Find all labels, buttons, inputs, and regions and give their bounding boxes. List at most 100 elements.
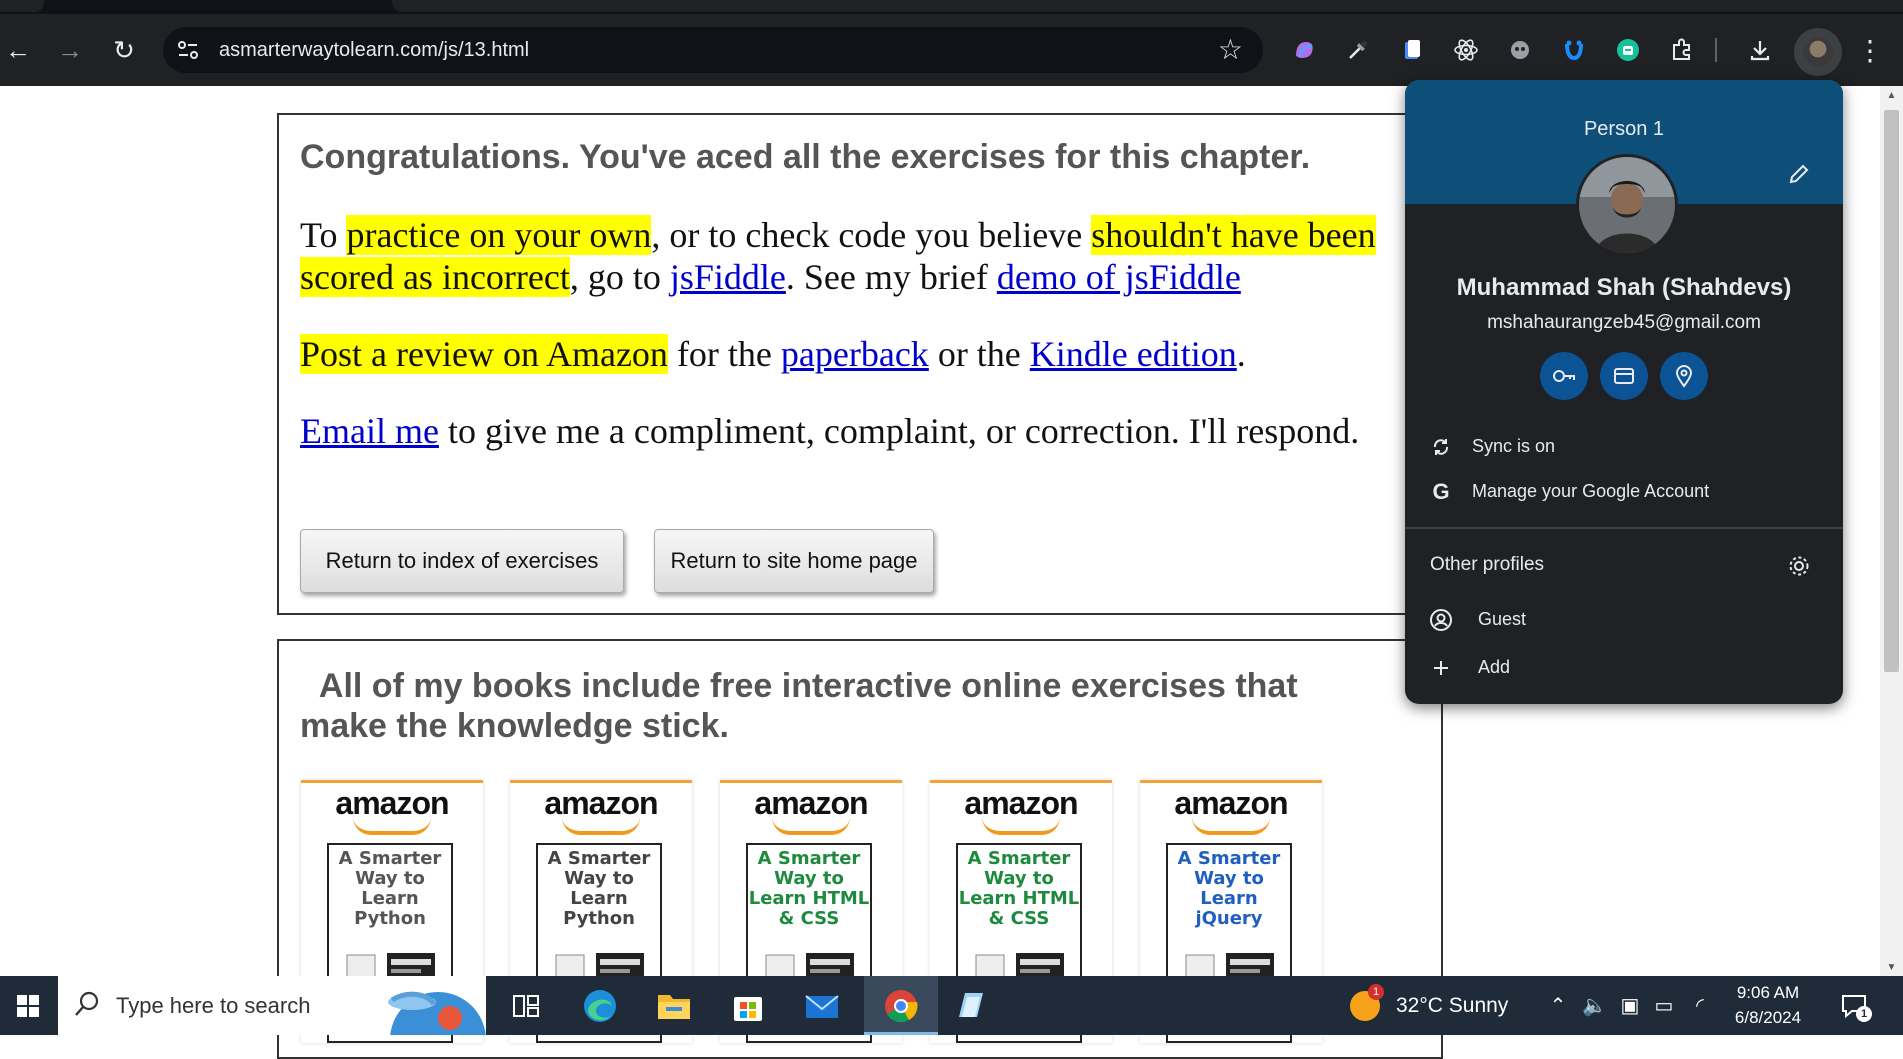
addresses-button[interactable] (1660, 352, 1708, 400)
downloads-icon[interactable] (1744, 34, 1776, 66)
edge-icon[interactable] (580, 986, 620, 1026)
sync-icon (1429, 435, 1453, 459)
weather-text: 32°C Sunny (1396, 994, 1509, 1017)
tab-strip (0, 0, 1903, 14)
search-placeholder: Type here to search (116, 993, 311, 1018)
avatar (1803, 37, 1833, 67)
paperback-link[interactable]: paperback (781, 334, 929, 374)
passwords-key-button[interactable] (1540, 352, 1588, 400)
card-icon (1614, 368, 1634, 384)
url-text[interactable]: asmarterwaytolearn.com/js/13.html (219, 27, 529, 73)
profile-full-name: Muhammad Shah (Shahdevs) (1456, 274, 1792, 301)
notepad-icon[interactable] (950, 986, 990, 1026)
tampermonkey-icon[interactable] (1558, 34, 1590, 66)
address-bar[interactable]: asmarterwaytolearn.com/js/13.html ☆ (163, 27, 1263, 73)
amazon-smile-icon (772, 817, 850, 835)
profile-person-label: Person 1 (1583, 118, 1665, 140)
device-icon[interactable]: ▣ (1618, 994, 1642, 1018)
wifi-icon[interactable]: ◜ (1688, 994, 1712, 1018)
windows-taskbar: Type here to search 1 32°C Sunny ⌃ 🔈 ▣ ▭… (0, 976, 1903, 1035)
guest-profile-icon (1429, 608, 1453, 632)
return-home-button[interactable]: Return to site home page (654, 529, 934, 593)
ghost-icon[interactable] (1504, 34, 1536, 66)
jsfiddle-link[interactable]: jsFiddle (670, 257, 786, 297)
book-title: A Smarter Way to Learn Python (338, 848, 442, 929)
amazon-smile-icon (1192, 817, 1270, 835)
chevron-up-icon[interactable]: ⌃ (1546, 994, 1570, 1018)
chrome-icon[interactable] (881, 986, 921, 1026)
notification-count: 1 (1856, 1006, 1872, 1022)
demo-jsfiddle-link[interactable]: demo of jsFiddle (997, 257, 1241, 297)
books-heading: All of my books include free interactive… (300, 667, 1298, 745)
manage-account-row[interactable]: G Manage your Google Account (1405, 470, 1843, 512)
key-icon (1553, 370, 1575, 382)
taskbar-clock[interactable]: 9:06 AM 6/8/2024 (1718, 980, 1818, 1030)
amazon-smile-icon (562, 817, 640, 835)
task-view-icon[interactable] (506, 986, 546, 1026)
profile-menu: Person 1 Muhammad Shah (Shahdevs) mshaha… (1405, 80, 1843, 704)
profile-avatar-button[interactable] (1794, 28, 1842, 76)
start-button[interactable] (0, 976, 56, 1035)
profile-email: mshahaurangzeb45@gmail.com (1487, 312, 1761, 333)
google-g-icon: G (1432, 479, 1450, 504)
microsoft-store-icon[interactable] (728, 986, 768, 1026)
add-profile-row[interactable]: Add (1405, 646, 1843, 688)
sync-row[interactable]: Sync is on (1405, 425, 1843, 467)
email-paragraph: Email me to give me a compliment, compla… (300, 411, 1360, 451)
location-icon (1675, 365, 1693, 388)
amazon-smile-icon (353, 817, 431, 835)
scroll-up-arrow[interactable]: ▲ (1885, 90, 1898, 101)
sync-label: Sync is on (1472, 436, 1556, 456)
battery-icon[interactable]: ▭ (1652, 994, 1676, 1018)
clock-time: 9:06 AM (1736, 983, 1800, 1002)
scroll-down-arrow[interactable]: ▼ (1885, 962, 1898, 973)
notification-center-button[interactable]: 1 (1840, 992, 1872, 1022)
review-paragraph: Post a review on Amazon for the paperbac… (300, 334, 1246, 374)
volume-icon[interactable]: 🔈 (1582, 994, 1607, 1018)
practice-paragraph: To practice on your own, or to check cod… (300, 215, 1376, 297)
extensions-puzzle-icon[interactable] (1666, 34, 1698, 66)
docs-icon[interactable] (1396, 34, 1428, 66)
tab-left[interactable] (0, 0, 44, 12)
edit-pencil-icon[interactable] (1787, 162, 1811, 186)
book-title: A Smarter Way to Learn HTML & CSS (748, 848, 870, 929)
book-title: A Smarter Way to Learn HTML & CSS (958, 848, 1080, 929)
weather-badge: 1 (1368, 984, 1384, 1000)
chrome-menu-button[interactable]: ⋮ (1856, 36, 1884, 68)
gear-icon[interactable] (1787, 554, 1811, 578)
browser-toolbar: ← → ↻ asmarterwaytolearn.com/js/13.html … (0, 14, 1903, 86)
congrats-heading: Congratulations. You've aced all the exe… (300, 138, 1311, 176)
active-tab[interactable] (392, 0, 1903, 12)
clock-date: 6/8/2024 (1734, 1008, 1802, 1027)
back-button[interactable]: ← (4, 36, 32, 64)
email-me-link[interactable]: Email me (300, 411, 439, 451)
payment-methods-button[interactable] (1600, 352, 1648, 400)
forward-button[interactable]: → (56, 36, 84, 64)
scrollbar-thumb[interactable] (1884, 110, 1899, 672)
guest-profile-row[interactable]: Guest (1405, 598, 1843, 640)
plus-icon (1429, 656, 1453, 680)
book-title: A Smarter Way to Learn jQuery (1177, 848, 1281, 929)
toolbar-separator (1712, 34, 1720, 66)
grammarly-icon[interactable] (1612, 34, 1644, 66)
highlight-practice: practice on your own (346, 215, 652, 255)
amazon-smile-icon (982, 817, 1060, 835)
other-profiles-heading: Other profiles (1430, 554, 1545, 575)
site-info-icon[interactable] (177, 40, 199, 60)
profile-photo (1576, 154, 1678, 256)
kindle-edition-link[interactable]: Kindle edition (1030, 334, 1237, 374)
mail-icon[interactable] (802, 986, 842, 1026)
manage-account-label: Manage your Google Account (1472, 481, 1710, 501)
windows-logo-icon (17, 994, 39, 1017)
reload-button[interactable]: ↻ (110, 36, 138, 64)
react-icon[interactable] (1450, 34, 1482, 66)
vertical-scrollbar[interactable]: ▲ ▼ (1880, 86, 1903, 976)
highlight-review: Post a review on Amazon (300, 334, 668, 374)
eyedropper-icon[interactable] (1342, 34, 1374, 66)
taskbar-search-box[interactable]: Type here to search (58, 976, 486, 1035)
copilot-icon[interactable] (1288, 34, 1320, 66)
menu-divider (1405, 527, 1843, 529)
file-explorer-icon[interactable] (654, 986, 694, 1026)
bookmark-star-icon[interactable]: ☆ (1218, 35, 1243, 65)
return-index-button[interactable]: Return to index of exercises (300, 529, 624, 593)
